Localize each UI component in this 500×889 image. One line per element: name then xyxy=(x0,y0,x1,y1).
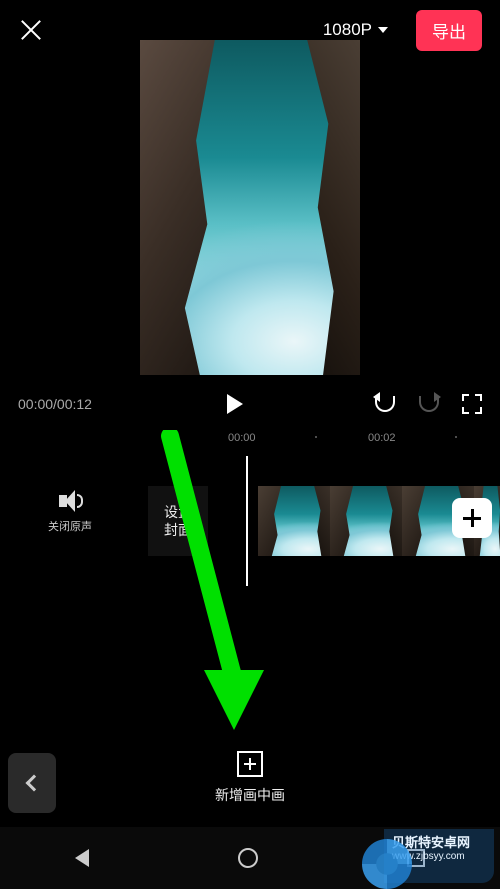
add-clip-button[interactable] xyxy=(452,498,492,538)
clip-frame xyxy=(330,486,402,556)
add-pip-icon xyxy=(237,751,263,777)
chevron-left-icon xyxy=(26,775,43,792)
redo-button xyxy=(418,393,440,415)
speaker-icon xyxy=(57,490,83,512)
waterfall-image xyxy=(140,40,360,375)
close-button[interactable] xyxy=(18,17,44,43)
redo-icon xyxy=(419,396,439,412)
ruler-mark-2: 00:02 xyxy=(368,432,396,444)
timeline-track[interactable]: 关闭原声 设置 封面 xyxy=(0,456,500,576)
watermark-logo-icon xyxy=(362,839,412,889)
clip-frame xyxy=(258,486,330,556)
fullscreen-button[interactable] xyxy=(462,394,482,414)
cover-label: 设置 封面 xyxy=(164,503,192,539)
nav-back-button[interactable] xyxy=(75,849,89,867)
chevron-down-icon xyxy=(378,27,388,33)
timecode-label: 00:00/00:12 xyxy=(18,396,92,412)
mute-label: 关闭原声 xyxy=(0,518,140,534)
ruler-dot xyxy=(315,436,317,438)
toolbar-back-button[interactable] xyxy=(8,753,56,813)
undo-icon xyxy=(375,396,395,412)
ruler-mark-0: 00:00 xyxy=(228,432,256,444)
play-button[interactable] xyxy=(222,393,244,415)
mute-original-button[interactable]: 关闭原声 xyxy=(0,490,140,534)
nav-home-button[interactable] xyxy=(238,848,258,868)
watermark: 贝斯特安卓网 www.zjbsyy.com xyxy=(384,829,494,883)
add-pip-label: 新增画中画 xyxy=(215,785,285,805)
export-button[interactable]: 导出 xyxy=(416,10,482,51)
timeline-ruler[interactable]: 00:00 00:02 xyxy=(0,432,500,452)
add-pip-button[interactable]: 新增画中画 xyxy=(215,751,285,805)
resolution-label: 1080P xyxy=(323,20,372,40)
set-cover-button[interactable]: 设置 封面 xyxy=(148,486,208,556)
play-icon xyxy=(227,394,243,414)
ruler-dot xyxy=(455,436,457,438)
undo-button[interactable] xyxy=(374,393,396,415)
playhead[interactable] xyxy=(246,456,248,586)
video-preview[interactable] xyxy=(140,40,360,375)
